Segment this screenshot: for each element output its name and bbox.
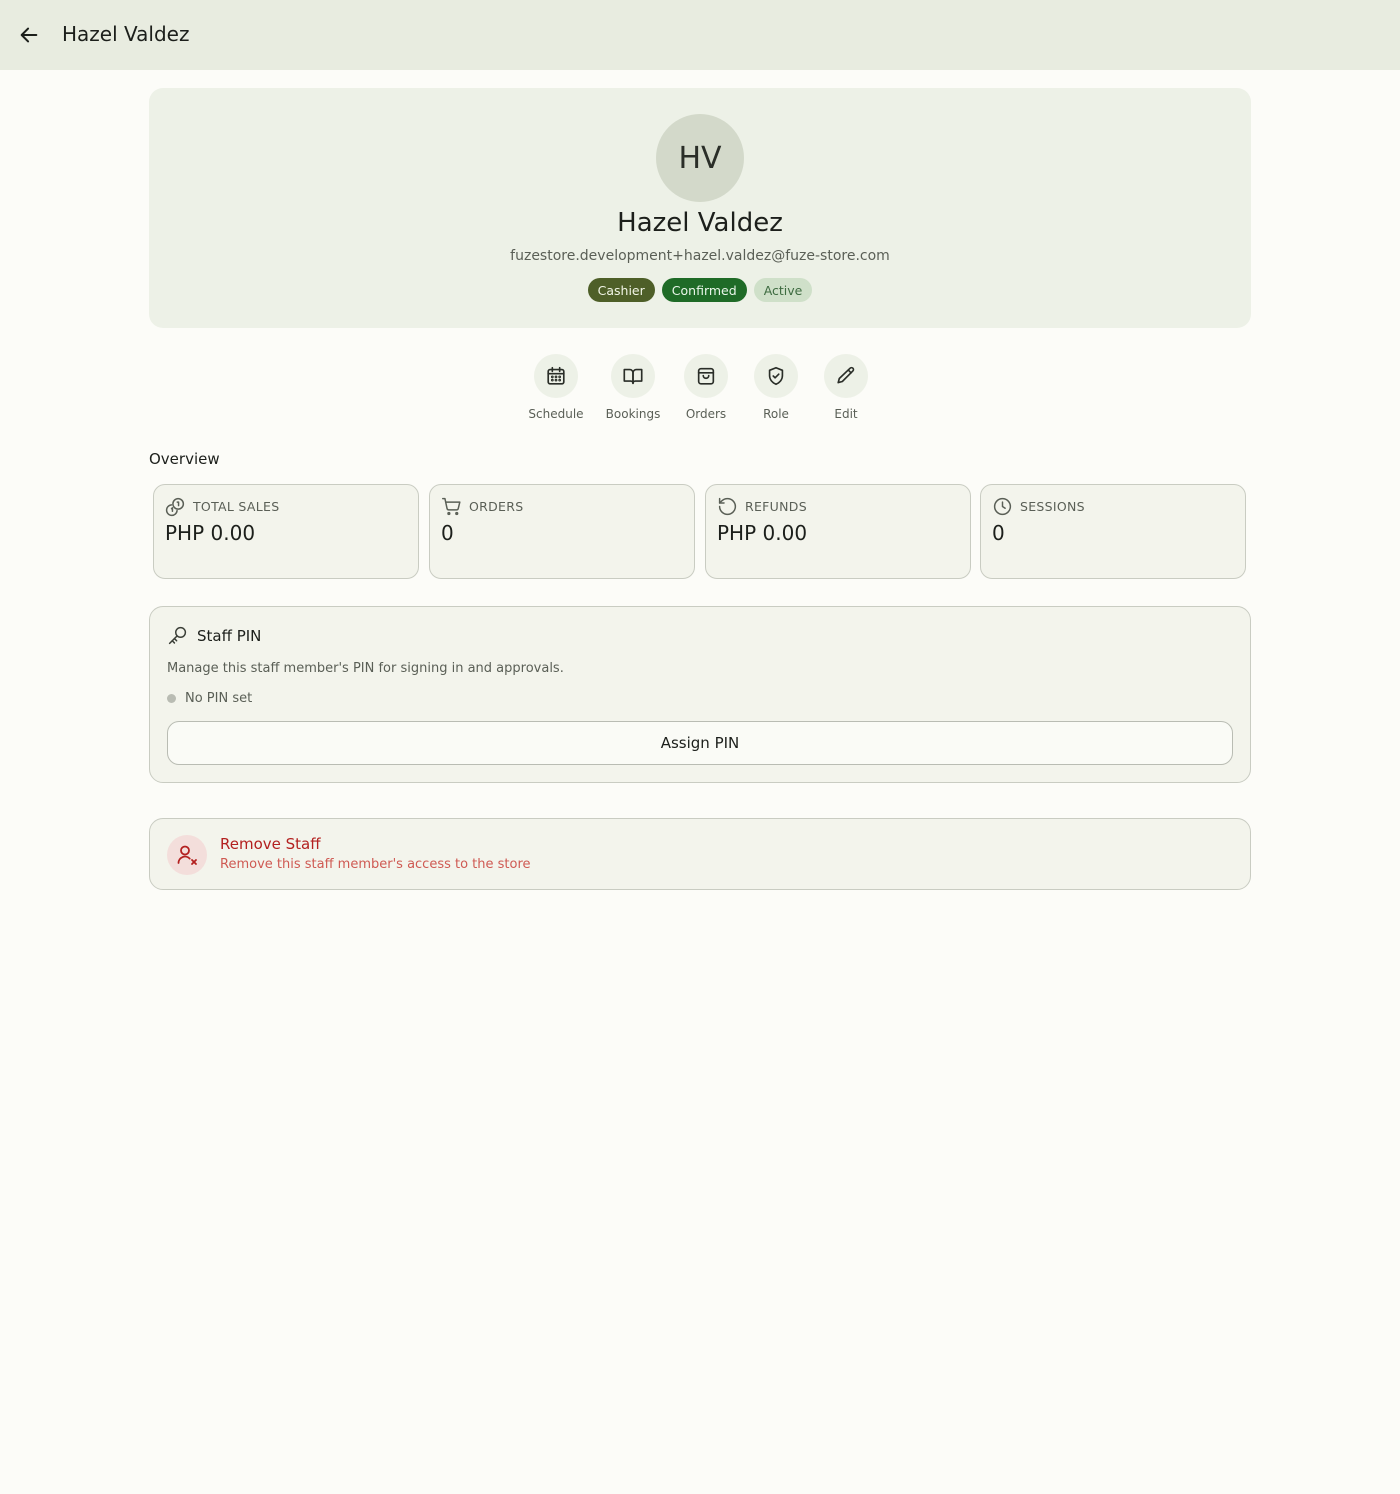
orders-label: Orders bbox=[685, 407, 727, 421]
staff-email: fuzestore.development+hazel.valdez@fuze-… bbox=[510, 248, 890, 264]
status-dot bbox=[167, 694, 176, 703]
stat-label: TOTAL SALES bbox=[193, 499, 280, 514]
bookings-action-button[interactable]: Bookings bbox=[593, 354, 673, 421]
role-label: Role bbox=[763, 407, 789, 421]
staff-pin-description: Manage this staff member's PIN for signi… bbox=[167, 661, 564, 676]
cart-icon bbox=[442, 497, 461, 516]
assign-pin-button[interactable]: Assign PIN bbox=[167, 721, 1233, 765]
schedule-label: Schedule bbox=[528, 407, 584, 421]
key-icon bbox=[168, 626, 187, 645]
stat-value: 0 bbox=[441, 521, 454, 545]
stat-value: 0 bbox=[992, 521, 1005, 545]
staff-name: Hazel Valdez bbox=[617, 208, 783, 238]
role-action-button[interactable]: Role bbox=[736, 354, 816, 421]
top-app-bar: Hazel Valdez bbox=[0, 0, 1400, 70]
staff-pin-card: Staff PIN Manage this staff member's PIN… bbox=[149, 606, 1251, 783]
stat-label: ORDERS bbox=[469, 499, 524, 514]
stat-label: REFUNDS bbox=[745, 499, 807, 514]
confirmed-badge: Confirmed bbox=[661, 278, 747, 302]
pencil-icon bbox=[837, 366, 855, 384]
sessions-card: SESSIONS 0 bbox=[980, 484, 1246, 579]
orders-action-button[interactable]: Orders bbox=[666, 354, 746, 421]
orders-card: ORDERS 0 bbox=[429, 484, 695, 579]
back-button[interactable] bbox=[12, 18, 46, 52]
page-title: Hazel Valdez bbox=[62, 22, 190, 46]
edit-label: Edit bbox=[834, 407, 858, 421]
avatar: HV bbox=[656, 114, 744, 202]
refunds-card: REFUNDS PHP 0.00 bbox=[705, 484, 971, 579]
remove-staff-description: Remove this staff member's access to the… bbox=[220, 857, 531, 872]
edit-action-button[interactable]: Edit bbox=[806, 354, 886, 421]
shield-check-icon bbox=[768, 366, 784, 386]
total-sales-card: TOTAL SALES PHP 0.00 bbox=[153, 484, 419, 579]
pin-status: No PIN set bbox=[167, 691, 252, 706]
shopping-bag-icon bbox=[697, 367, 715, 385]
pin-status-text: No PIN set bbox=[185, 691, 253, 706]
stat-label: SESSIONS bbox=[1020, 499, 1085, 514]
overview-heading: Overview bbox=[149, 450, 220, 468]
rotate-ccw-icon bbox=[718, 497, 737, 516]
stat-value: PHP 0.00 bbox=[717, 521, 808, 545]
staff-pin-title: Staff PIN bbox=[197, 626, 262, 645]
user-remove-icon bbox=[177, 845, 197, 865]
book-open-icon bbox=[623, 368, 643, 385]
stat-value: PHP 0.00 bbox=[165, 521, 256, 545]
arrow-left-icon bbox=[20, 27, 38, 43]
profile-card: HV Hazel Valdez fuzestore.development+ha… bbox=[149, 88, 1251, 328]
remove-staff-title: Remove Staff bbox=[220, 835, 321, 853]
bookings-label: Bookings bbox=[605, 407, 661, 421]
schedule-action-button[interactable]: Schedule bbox=[516, 354, 596, 421]
remove-staff-button[interactable]: Remove Staff Remove this staff member's … bbox=[149, 818, 1251, 890]
role-badge: Cashier bbox=[587, 278, 655, 302]
status-badge: Active bbox=[753, 278, 813, 302]
badge-row: Cashier Confirmed Active bbox=[149, 278, 1251, 302]
clock-icon bbox=[993, 497, 1012, 516]
calendar-icon bbox=[547, 366, 565, 385]
coins-icon bbox=[165, 497, 185, 517]
